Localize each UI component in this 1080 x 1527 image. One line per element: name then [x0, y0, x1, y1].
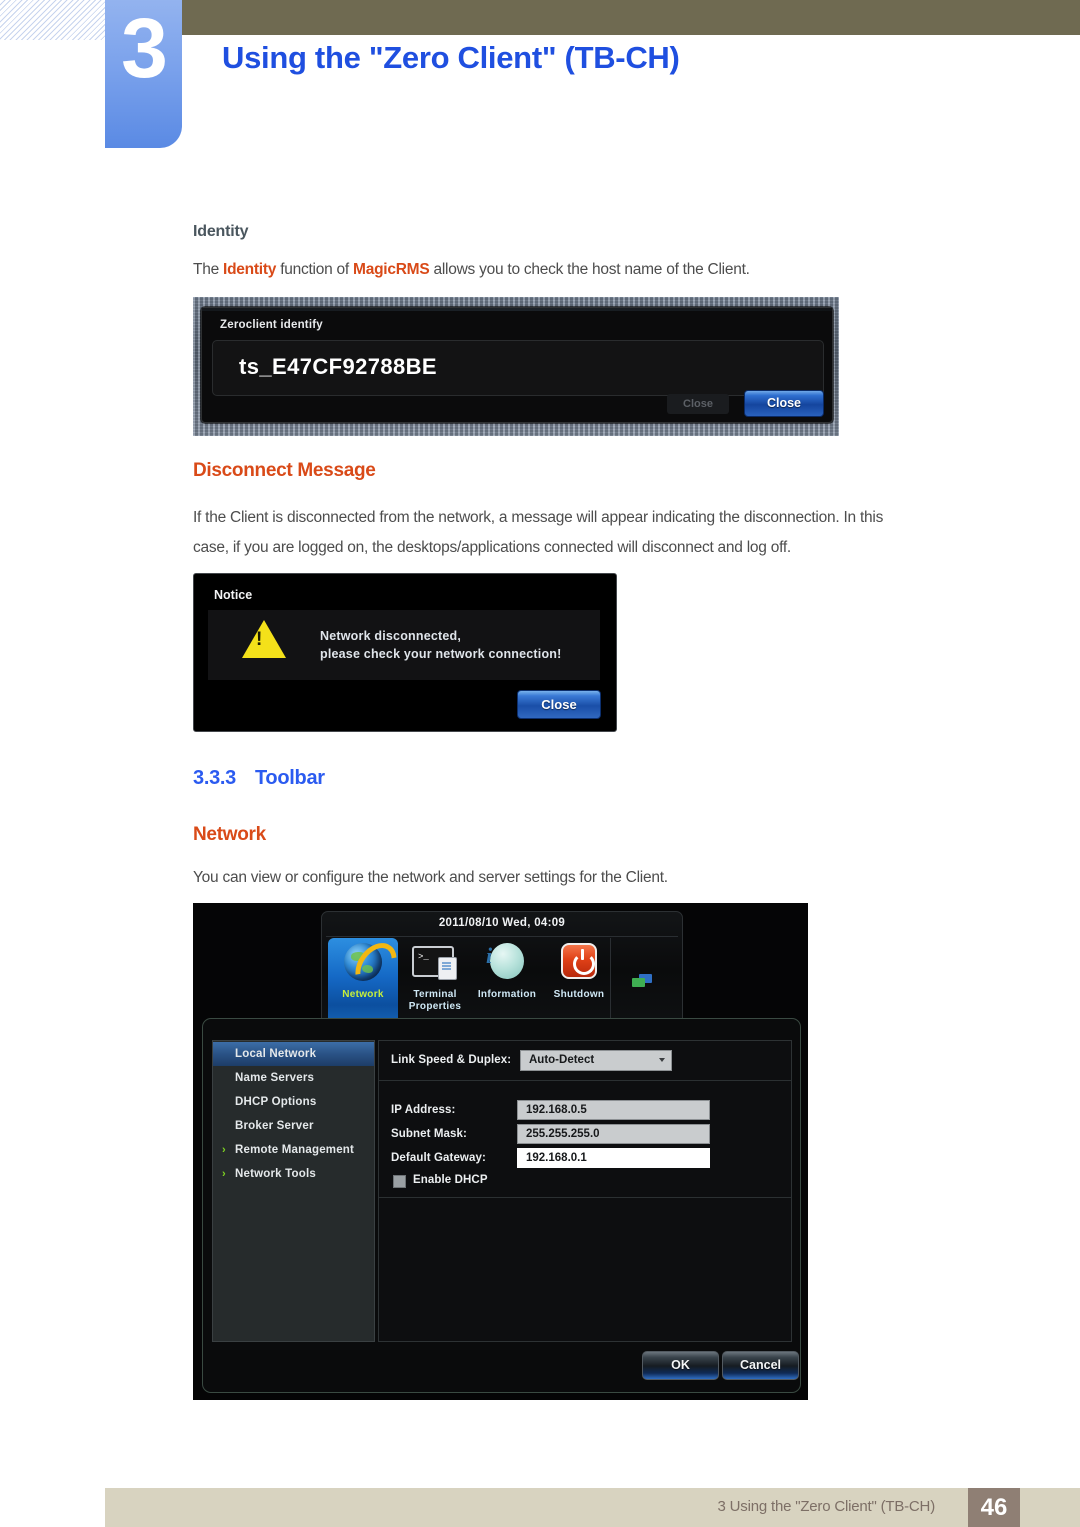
ok-button[interactable]: OK	[642, 1351, 719, 1380]
toolbar-item-shutdown-label: Shutdown	[553, 989, 605, 1000]
section-number: 3.3.3	[193, 767, 236, 789]
toolbar-item-network[interactable]: Network	[328, 935, 406, 1001]
ip-address-value: 192.168.0.5	[526, 1104, 587, 1116]
zeroclient-identify-title: Zeroclient identify	[220, 319, 323, 331]
subnet-mask-value: 255.255.255.0	[526, 1128, 600, 1140]
default-gateway-input[interactable]: 192.168.0.1	[517, 1148, 710, 1168]
sidebar-item-name-servers[interactable]: Name Servers	[213, 1066, 374, 1090]
sidebar-item-dhcp-options[interactable]: DHCP Options	[213, 1090, 374, 1114]
notice-message-panel: ! Network disconnected, please check you…	[208, 610, 600, 680]
network-settings-dialog: Local Network Name Servers DHCP Options …	[202, 1018, 801, 1393]
sidebar-item-dhcp-options-label: DHCP Options	[235, 1096, 317, 1108]
toolbar-datetime: 2011/08/10 Wed, 04:09	[438, 917, 566, 929]
toolbar-item-information[interactable]: i Information	[472, 939, 542, 1001]
toolbar-item-terminal-properties[interactable]: >_ Terminal Properties	[400, 939, 470, 1013]
page-title: Using the "Zero Client" (TB-CH)	[222, 40, 680, 75]
notice-message-line2: please check your network connection!	[320, 647, 562, 661]
notice-message: Network disconnected, please check your …	[320, 627, 562, 663]
identity-body-highlight-2: MagicRMS	[353, 261, 430, 278]
globe-icon	[328, 935, 406, 997]
toolbar-item-network-label: Network	[342, 989, 384, 1000]
host-name-value: ts_E47CF92788BE	[239, 354, 438, 379]
footer-text: 3 Using the "Zero Client" (TB-CH)	[717, 1498, 936, 1515]
network-settings-screenshot: 2011/08/10 Wed, 04:09 Network >_ Termina…	[193, 903, 808, 1400]
sidebar-item-remote-management-label: Remote Management	[235, 1144, 355, 1156]
identity-body-mid: function of	[276, 261, 354, 278]
sidebar-item-broker-server[interactable]: Broker Server	[213, 1114, 374, 1138]
identity-body-highlight-1: Identity	[223, 261, 277, 278]
notice-dialog-screenshot: Notice ! Network disconnected, please ch…	[193, 573, 617, 732]
toolbar-item-terminal-label-line2: Properties	[408, 1001, 462, 1012]
page-number: 46	[980, 1494, 1008, 1521]
ip-address-input[interactable]: 192.168.0.5	[517, 1100, 710, 1120]
toolbar-item-shutdown[interactable]: Shutdown	[544, 939, 614, 1001]
footer-page-box: 46	[968, 1488, 1020, 1527]
chapter-number-badge: 3	[105, 0, 182, 148]
close-button-disabled[interactable]: Close	[667, 394, 729, 414]
enable-dhcp-checkbox[interactable]	[393, 1175, 406, 1188]
network-settings-form: Link Speed & Duplex: Auto-Detect IP Addr…	[378, 1040, 792, 1342]
chevron-right-icon: ›	[222, 1168, 226, 1180]
disconnect-message-heading: Disconnect Message	[193, 460, 376, 481]
dialog-top-strip	[202, 308, 832, 311]
network-settings-sidebar: Local Network Name Servers DHCP Options …	[212, 1040, 375, 1342]
chevron-right-icon: ›	[222, 1144, 226, 1156]
notice-message-line1: Network disconnected,	[320, 629, 462, 643]
identity-heading: Identity	[193, 223, 249, 240]
subnet-mask-label: Subnet Mask:	[391, 1128, 467, 1140]
identity-body-text: The Identity function of MagicRMS allows…	[193, 255, 750, 285]
network-subheading: Network	[193, 824, 266, 845]
warning-triangle-icon	[242, 620, 286, 658]
sidebar-item-name-servers-label: Name Servers	[235, 1072, 315, 1084]
disconnect-body-line2: case, if you are logged on, the desktops…	[193, 539, 791, 556]
toolbar-body-text: You can view or configure the network an…	[193, 869, 668, 886]
default-gateway-label: Default Gateway:	[391, 1152, 486, 1164]
power-icon	[544, 939, 614, 989]
zeroclient-identify-dialog: Zeroclient identify ts_E47CF92788BE Clos…	[201, 307, 833, 423]
enable-dhcp-label: Enable DHCP	[413, 1174, 488, 1186]
sidebar-item-remote-management[interactable]: › Remote Management	[213, 1138, 374, 1162]
cancel-button[interactable]: Cancel	[722, 1351, 799, 1380]
close-button[interactable]: Close	[744, 390, 824, 417]
link-speed-select[interactable]: Auto-Detect	[520, 1050, 672, 1071]
notice-close-button[interactable]: Close	[517, 690, 601, 719]
sidebar-item-local-network-label: Local Network	[235, 1048, 317, 1060]
notice-dialog-title: Notice	[214, 588, 253, 602]
link-speed-value: Auto-Detect	[529, 1054, 595, 1066]
warning-exclamation-glyph: !	[256, 629, 263, 650]
disconnect-body-line1: If the Client is disconnected from the n…	[193, 509, 884, 526]
sidebar-item-network-tools-label: Network Tools	[235, 1168, 316, 1180]
identity-screenshot: Zeroclient identify ts_E47CF92788BE Clos…	[193, 297, 839, 436]
subnet-mask-input[interactable]: 255.255.255.0	[517, 1124, 710, 1144]
chapter-number: 3	[121, 1, 168, 95]
identity-body-pre: The	[193, 261, 224, 278]
toolbar-item-terminal-label-line1: Terminal	[413, 989, 457, 1000]
header-olive-bar	[180, 0, 1080, 35]
network-tray-icon[interactable]	[632, 974, 654, 988]
sidebar-item-network-tools[interactable]: › Network Tools	[213, 1162, 374, 1186]
section-heading-toolbar: Toolbar	[255, 767, 325, 789]
identity-body-post: allows you to check the host name of the…	[429, 261, 750, 278]
ip-address-label: IP Address:	[391, 1104, 456, 1116]
terminal-icon: >_	[400, 939, 470, 989]
link-speed-label: Link Speed & Duplex:	[391, 1054, 512, 1066]
toolbar-item-information-label: Information	[477, 989, 537, 1000]
toolbar-divider	[326, 936, 678, 937]
chevron-down-icon	[659, 1058, 665, 1062]
sidebar-item-broker-server-label: Broker Server	[235, 1120, 314, 1132]
sidebar-item-local-network[interactable]: Local Network	[213, 1042, 374, 1066]
default-gateway-value: 192.168.0.1	[526, 1152, 587, 1164]
host-name-field: ts_E47CF92788BE	[212, 340, 824, 396]
info-icon: i	[472, 939, 542, 989]
header-hatch-decoration	[0, 0, 105, 40]
